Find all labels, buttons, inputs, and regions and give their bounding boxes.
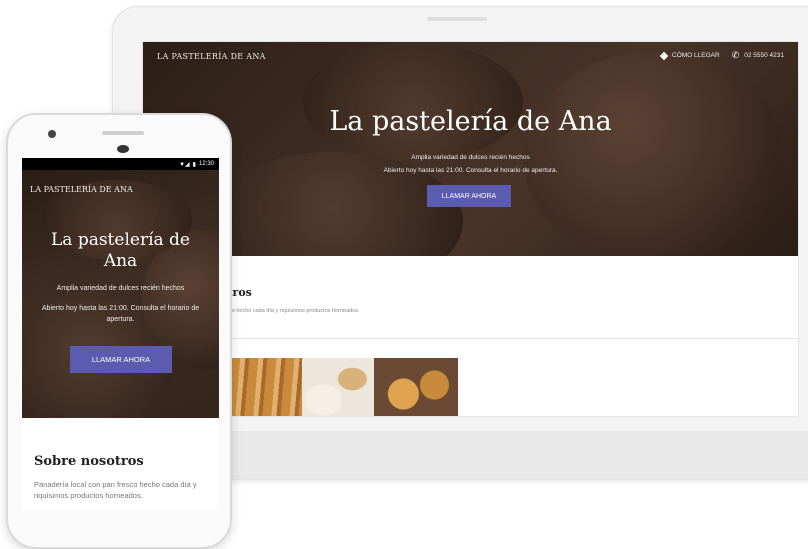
top-nav: CÓMO LLEGAR ✆ 02 5550 4231 xyxy=(659,51,784,60)
gallery-photo-rolls[interactable] xyxy=(374,358,458,416)
directions-icon xyxy=(659,51,669,60)
hero-hours: Abierto hoy hasta las 21:00. Consulta el… xyxy=(41,305,200,323)
hero-overlay xyxy=(22,170,219,418)
phone-speaker xyxy=(102,131,144,135)
phone-link[interactable]: ✆ 02 5550 4231 xyxy=(732,51,784,60)
status-bar: ▼◢ ▮ 12:30 xyxy=(22,158,219,170)
gallery-photo-dough[interactable] xyxy=(302,358,374,416)
status-time: 12:30 xyxy=(198,161,214,167)
directions-link[interactable]: CÓMO LLEGAR xyxy=(659,51,720,60)
laptop-camera-slot xyxy=(427,17,487,21)
hero-overlay xyxy=(143,42,798,256)
hero-title: La pastelería de Ana xyxy=(329,106,612,137)
site-brand[interactable]: LA PASTELERÍA DE ANA xyxy=(30,185,133,194)
phone-screen: ▼◢ ▮ 12:30 LA PASTELERÍA DE ANA La paste… xyxy=(22,158,219,510)
site-brand[interactable]: LA PASTELERÍA DE ANA xyxy=(157,52,266,61)
hero-hours: Abierto hoy hasta las 21:00. Consulta el… xyxy=(383,167,558,174)
about-text: Panadería local con pan fresco hecho cad… xyxy=(34,480,197,500)
phone-icon: ✆ xyxy=(731,50,740,60)
phone-hero: LA PASTELERÍA DE ANA La pastelería de An… xyxy=(22,170,219,418)
section-divider xyxy=(143,338,798,339)
phone-device: ▼◢ ▮ 12:30 LA PASTELERÍA DE ANA La paste… xyxy=(6,113,232,549)
phone-sensor xyxy=(117,145,129,153)
directions-label: CÓMO LLEGAR xyxy=(672,52,720,59)
laptop-screen: LA PASTELERÍA DE ANA CÓMO LLEGAR ✆ 02 55… xyxy=(142,41,799,417)
battery-icon: ▮ xyxy=(192,161,196,168)
call-now-button[interactable]: LLAMAR AHORA xyxy=(427,185,511,207)
phone-number: 02 5550 4231 xyxy=(744,52,784,59)
signal-icon: ▼◢ xyxy=(179,161,190,168)
about-title: Sobre nosotros xyxy=(34,454,144,469)
laptop-hero: LA PASTELERÍA DE ANA CÓMO LLEGAR ✆ 02 55… xyxy=(143,42,798,256)
hero-subtitle: Amplia variedad de dulces recién hechos xyxy=(56,285,185,292)
hero-title: La pastelería de Ana xyxy=(50,230,190,271)
call-now-button[interactable]: LLAMAR AHORA xyxy=(70,346,172,373)
hero-subtitle: Amplia variedad de dulces recién hechos xyxy=(411,154,530,161)
phone-camera xyxy=(48,130,56,138)
